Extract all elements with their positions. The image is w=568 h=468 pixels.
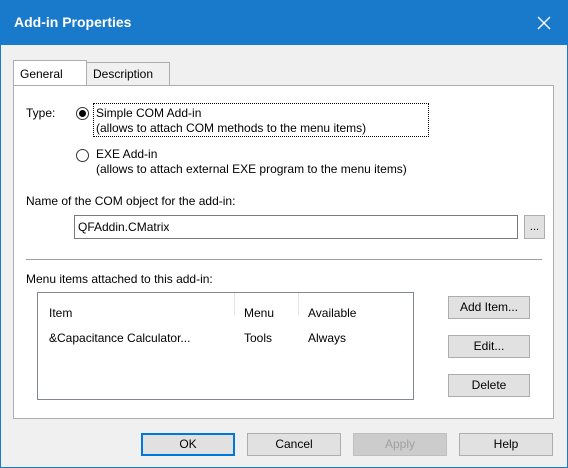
com-object-input[interactable]: QFAddin.CMatrix	[74, 215, 518, 239]
window-title: Add-in Properties	[14, 14, 132, 30]
table-row[interactable]: &Capacitance Calculator... Tools Always	[38, 329, 413, 349]
ok-button-label: OK	[179, 437, 197, 451]
menu-items-list[interactable]: Item Menu Available &Capacitance Calcula…	[37, 292, 414, 400]
menu-items-label: Menu items attached to this add-in:	[26, 272, 213, 286]
column-header-available[interactable]: Available	[308, 306, 356, 320]
column-divider	[234, 293, 235, 315]
simple-com-desc: (allows to attach COM methods to the men…	[96, 121, 367, 135]
delete-button[interactable]: Delete	[448, 374, 530, 397]
delete-button-label: Delete	[471, 378, 507, 392]
edit-button-label: Edit...	[473, 339, 505, 353]
exe-addin-title[interactable]: EXE Add-in	[96, 147, 157, 161]
apply-button[interactable]: Apply	[353, 433, 447, 456]
browse-button[interactable]: ...	[524, 215, 545, 239]
help-button-label: Help	[493, 437, 519, 451]
add-item-button-label: Add Item...	[459, 300, 519, 314]
type-label: Type:	[26, 106, 56, 120]
section-divider	[26, 259, 542, 260]
row-available-cell: Always	[308, 331, 347, 345]
tab-description[interactable]: Description	[86, 62, 170, 85]
tab-general[interactable]: General	[13, 60, 87, 85]
title-bar: Add-in Properties	[1, 1, 567, 45]
com-object-value: QFAddin.CMatrix	[78, 220, 170, 234]
dialog-window: Add-in Properties General Description Ty…	[0, 0, 568, 468]
close-icon	[537, 16, 551, 30]
browse-button-label: ...	[529, 221, 540, 233]
column-header-item[interactable]: Item	[49, 306, 72, 320]
column-divider	[298, 293, 299, 315]
row-item-cell: &Capacitance Calculator...	[49, 331, 191, 345]
tab-general-label: General	[20, 67, 63, 81]
edit-button[interactable]: Edit...	[448, 335, 530, 358]
column-header-menu[interactable]: Menu	[244, 306, 274, 320]
cancel-button[interactable]: Cancel	[247, 433, 341, 456]
simple-com-title[interactable]: Simple COM Add-in	[96, 106, 201, 120]
help-button[interactable]: Help	[459, 433, 553, 456]
add-item-button[interactable]: Add Item...	[448, 296, 530, 319]
tab-description-label: Description	[93, 67, 154, 81]
radio-selected-dot	[79, 110, 86, 117]
ok-button[interactable]: OK	[141, 433, 235, 456]
apply-button-label: Apply	[384, 437, 416, 451]
simple-com-radio[interactable]	[76, 107, 89, 120]
row-menu-cell: Tools	[244, 331, 273, 345]
com-object-label: Name of the COM object for the add-in:	[26, 194, 236, 208]
close-button[interactable]	[521, 1, 567, 45]
exe-addin-desc: (allows to attach external EXE program t…	[96, 162, 407, 176]
exe-addin-radio[interactable]	[76, 149, 89, 162]
cancel-button-label: Cancel	[275, 437, 313, 451]
